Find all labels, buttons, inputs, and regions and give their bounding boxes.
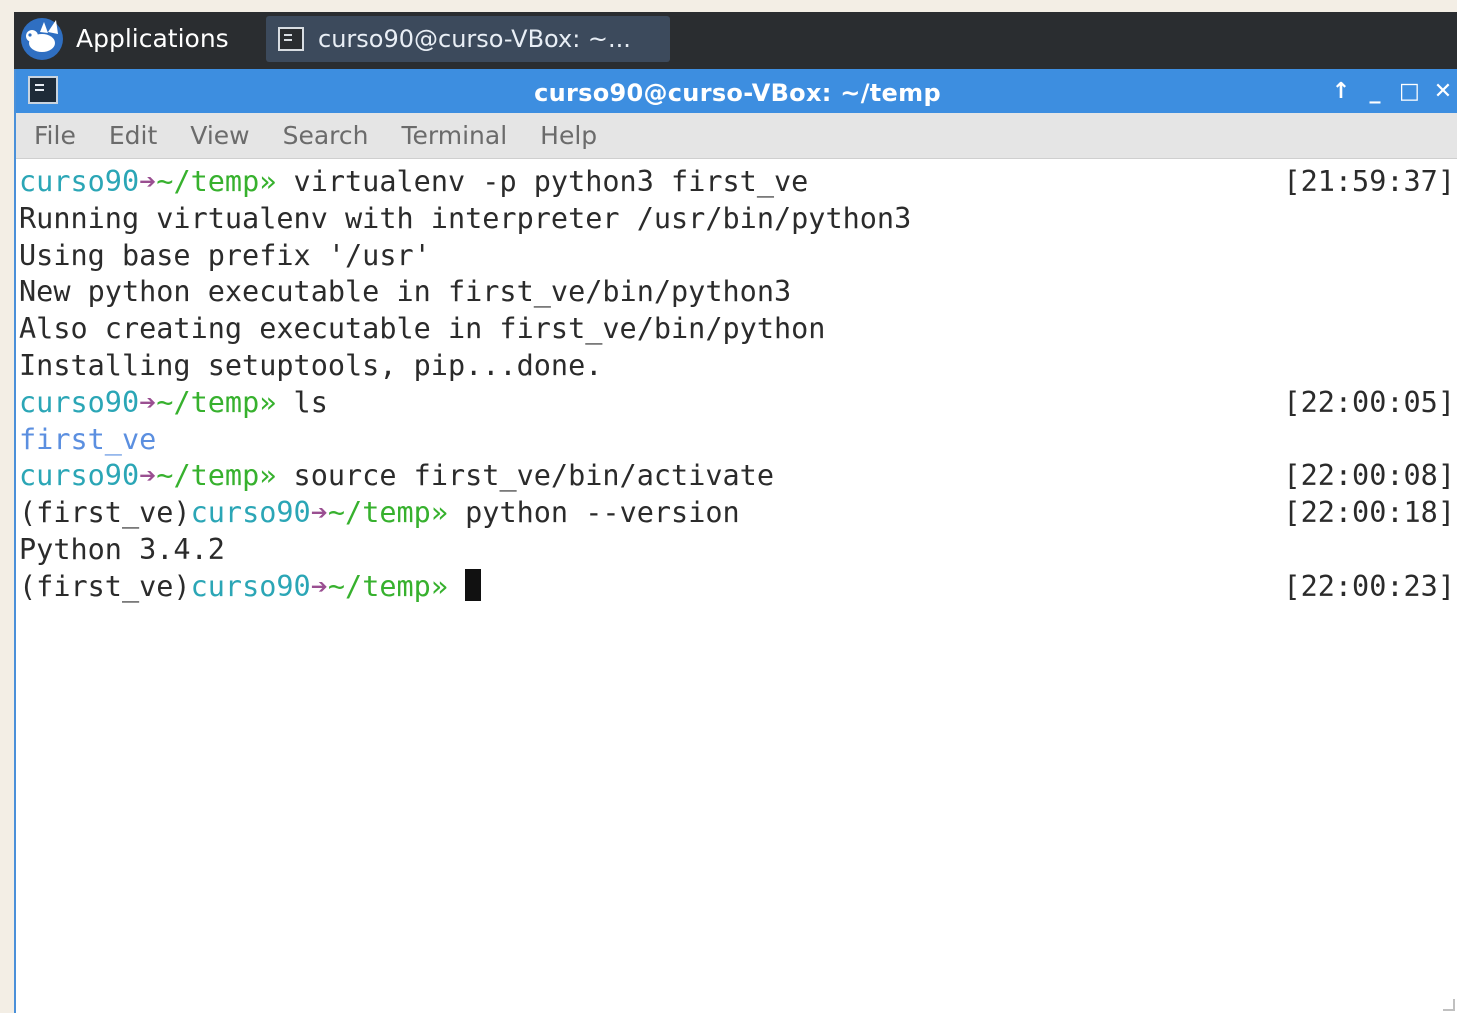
menu-edit[interactable]: Edit	[109, 121, 157, 150]
menu-bar: File Edit View Search Terminal Help	[16, 113, 1457, 159]
shade-button[interactable]: ↑	[1331, 79, 1351, 104]
menu-help[interactable]: Help	[540, 121, 597, 150]
prompt-user: curso90	[190, 496, 311, 530]
prompt-user: curso90	[19, 459, 140, 493]
terminal-line: Installing setuptools, pip...done.	[19, 348, 1455, 385]
command-text: ls	[276, 385, 328, 419]
output-text: Also creating executable in first_ve/bin…	[19, 312, 826, 346]
prompt-user: curso90	[19, 165, 140, 198]
menu-file[interactable]: File	[34, 121, 76, 150]
prompt-arrow: ➔	[139, 385, 157, 419]
directory-entry: first_ve	[19, 422, 157, 456]
terminal-line: curso90➔~/temp» source first_ve/bin/acti…	[19, 458, 1455, 495]
timestamp: [22:00:23]	[1283, 569, 1455, 603]
terminal-line: (first_ve)curso90➔~/temp» python --versi…	[19, 495, 1455, 532]
timestamp: [22:00:08]	[1283, 459, 1455, 493]
command-text	[448, 570, 465, 603]
prompt-arrow: ➔	[310, 496, 328, 530]
menu-terminal[interactable]: Terminal	[401, 121, 507, 150]
prompt-path: ~/temp»	[156, 165, 277, 198]
top-panel: Applications curso90@curso-VBox: ~...	[14, 12, 1457, 69]
command-text: python --version	[447, 496, 740, 530]
terminal-line: New python executable in first_ve/bin/py…	[19, 274, 1455, 311]
prompt-path: ~/temp»	[327, 569, 448, 603]
menu-search[interactable]: Search	[283, 121, 369, 150]
prompt-path: ~/temp»	[156, 459, 277, 493]
venv-prefix: (first_ve)	[19, 569, 191, 603]
prompt-user: curso90	[190, 569, 311, 603]
window-controls: ↑ _ □ ✕	[1331, 69, 1453, 113]
text-cursor	[465, 568, 482, 601]
output-text: Using base prefix '/usr'	[19, 238, 431, 272]
prompt-arrow: ➔	[139, 165, 157, 198]
applications-label: Applications	[76, 23, 229, 53]
terminal-icon	[278, 27, 304, 51]
terminal-line: first_ve	[19, 422, 1455, 459]
terminal-window: curso90@curso-VBox: ~/temp ↑ _ □ ✕ File …	[14, 69, 1457, 1013]
terminal-line: Using base prefix '/usr'	[19, 238, 1455, 275]
terminal-line: curso90➔~/temp» ls [22:00:05]	[19, 385, 1455, 422]
terminal-output[interactable]: curso90➔~/temp» virtualenv -p python3 fi…	[19, 164, 1455, 1004]
prompt-arrow: ➔	[139, 459, 157, 493]
command-text: virtualenv -p python3 first_ve	[276, 165, 809, 198]
xfce-mouse-icon	[21, 18, 63, 60]
output-text: Running virtualenv with interpreter /usr…	[19, 201, 912, 235]
window-title: curso90@curso-VBox: ~/temp	[534, 79, 941, 107]
timestamp: [22:00:05]	[1283, 385, 1455, 419]
prompt-path: ~/temp»	[327, 496, 448, 530]
prompt-user: curso90	[19, 385, 140, 419]
prompt-arrow: ➔	[310, 569, 328, 603]
terminal-line: (first_ve)curso90➔~/temp» [22:00:23]	[19, 568, 1455, 606]
terminal-line: Also creating executable in first_ve/bin…	[19, 311, 1455, 348]
desktop-screen: Applications curso90@curso-VBox: ~... cu…	[14, 12, 1457, 1013]
terminal-line: Running virtualenv with interpreter /usr…	[19, 201, 1455, 238]
output-text: Installing setuptools, pip...done.	[19, 348, 603, 382]
prompt-path: ~/temp»	[156, 385, 277, 419]
command-text: source first_ve/bin/activate	[276, 459, 774, 493]
terminal-line: curso90➔~/temp» virtualenv -p python3 fi…	[19, 164, 1455, 201]
resize-grip[interactable]	[1443, 999, 1455, 1011]
output-text: New python executable in first_ve/bin/py…	[19, 275, 792, 309]
applications-menu-button[interactable]: Applications	[18, 16, 229, 60]
window-titlebar[interactable]: curso90@curso-VBox: ~/temp ↑ _ □ ✕	[16, 69, 1457, 113]
taskbar-window-button[interactable]: curso90@curso-VBox: ~...	[266, 16, 670, 62]
close-button[interactable]: ✕	[1433, 79, 1453, 104]
timestamp: [22:00:18]	[1283, 496, 1455, 530]
taskbar-window-label: curso90@curso-VBox: ~...	[318, 25, 631, 53]
terminal-line: Python 3.4.2	[19, 532, 1455, 569]
menu-view[interactable]: View	[190, 121, 249, 150]
minimize-button[interactable]: _	[1365, 79, 1385, 104]
venv-prefix: (first_ve)	[19, 496, 191, 530]
output-text: Python 3.4.2	[19, 532, 225, 566]
timestamp: [21:59:37]	[1283, 165, 1455, 198]
maximize-button[interactable]: □	[1399, 79, 1420, 104]
